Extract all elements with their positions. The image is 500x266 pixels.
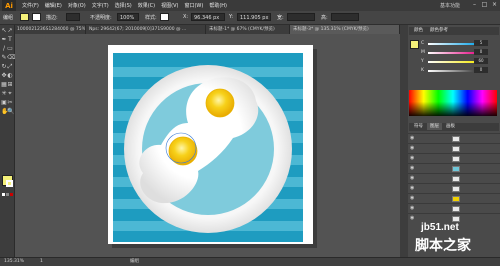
layer-row[interactable]: ◉ xyxy=(408,173,500,183)
watermark-name: 脚本之家 xyxy=(415,238,471,254)
tab-color-guide[interactable]: 颜色参考 xyxy=(427,27,451,34)
layer-row[interactable]: ◉ xyxy=(408,143,500,153)
layer-thumbnail xyxy=(452,206,460,212)
slider-magenta[interactable]: M 0 xyxy=(412,49,490,56)
watermark-site: jb51.net xyxy=(421,222,459,233)
zoom-tool-icon[interactable]: 🔍 xyxy=(7,109,14,115)
tab-symbols[interactable]: 符号 xyxy=(411,123,426,130)
direct-selection-tool-icon[interactable]: ↗ xyxy=(7,28,13,34)
y-field[interactable]: 111.905 px xyxy=(237,13,271,21)
shape-builder-tool-icon[interactable]: ◐ xyxy=(7,73,13,79)
x-label: X: xyxy=(183,14,189,20)
document-tabs: 1000021236S1284000 @ 75%... Nps: 29642(6… xyxy=(14,25,400,34)
stroke-weight-field[interactable] xyxy=(66,13,80,21)
menu-window[interactable]: 窗口(W) xyxy=(184,2,203,9)
x-field[interactable]: 96.346 px xyxy=(191,13,225,21)
selection-type-label: 编组 xyxy=(3,15,14,21)
fried-egg-illustration[interactable] xyxy=(113,53,303,242)
opacity-label: 不透明度: xyxy=(90,15,112,21)
width-field[interactable] xyxy=(287,13,315,21)
menu-edit[interactable]: 编辑(E) xyxy=(45,2,62,9)
gradient-tool-icon[interactable]: ⊞ xyxy=(7,82,13,88)
tab-document-2[interactable]: Nps: 29642(67; 2010009[0]371S9000 @ ... xyxy=(86,25,206,34)
height-label: 高: xyxy=(321,15,328,21)
fill-color-swatch[interactable] xyxy=(20,13,29,21)
slider-cyan[interactable]: C 5 xyxy=(412,40,490,47)
color-mode-button[interactable] xyxy=(2,193,5,196)
visibility-eye-icon[interactable]: ◉ xyxy=(410,216,416,221)
control-bar: 编组 描边: 不透明度: 100% 样式: X: 96.346 px Y: 11… xyxy=(0,11,500,25)
visibility-eye-icon[interactable]: ◉ xyxy=(410,156,416,161)
egg-yolk-upper xyxy=(205,88,235,118)
color-spectrum[interactable] xyxy=(409,90,497,116)
menu-effect[interactable]: 效果(C) xyxy=(138,2,155,9)
visibility-eye-icon[interactable]: ◉ xyxy=(410,196,416,201)
menu-help[interactable]: 帮助(H) xyxy=(209,2,227,9)
maximize-button[interactable]: □ xyxy=(480,1,489,9)
opacity-field[interactable]: 100% xyxy=(117,13,139,21)
app-logo: Ai xyxy=(2,0,16,11)
panel-dock xyxy=(400,25,408,257)
menu-bar: Ai 文件(F) 编辑(E) 对象(O) 文字(T) 选择(S) 效果(C) 视… xyxy=(0,0,500,11)
slider-yellow[interactable]: Y 60 xyxy=(412,58,490,65)
layer-thumbnail xyxy=(452,156,460,162)
tab-document-3[interactable]: 未标题-1* @ 67% (CMYK/预览) xyxy=(206,25,290,34)
eyedropper-tool-icon[interactable]: ⌖ xyxy=(7,91,13,97)
layer-thumbnail xyxy=(452,136,460,142)
gradient-mode-button[interactable] xyxy=(6,193,9,196)
layer-thumbnail xyxy=(452,186,460,192)
tab-artboards[interactable]: 画板 xyxy=(443,123,458,130)
layer-thumbnail xyxy=(452,166,460,172)
menu-object[interactable]: 对象(O) xyxy=(68,2,86,9)
color-panel-header: 颜色 颜色参考 xyxy=(409,27,499,35)
stroke-swatch-large[interactable] xyxy=(6,180,13,187)
tab-layers[interactable]: 图层 xyxy=(427,123,442,130)
close-button[interactable]: × xyxy=(490,1,499,9)
visibility-eye-icon[interactable]: ◉ xyxy=(410,176,416,181)
visibility-eye-icon[interactable]: ◉ xyxy=(410,186,416,191)
stroke-color-swatch[interactable] xyxy=(32,13,41,21)
menu-type[interactable]: 文字(T) xyxy=(92,2,109,9)
layer-row[interactable]: ◉ xyxy=(408,133,500,143)
minimize-button[interactable]: – xyxy=(470,1,479,9)
y-label: Y: xyxy=(229,14,234,20)
layer-thumbnail xyxy=(452,146,460,152)
layer-row[interactable]: ◉ xyxy=(408,163,500,173)
visibility-eye-icon[interactable]: ◉ xyxy=(410,166,416,171)
watermark: jb51.net 脚本之家 xyxy=(413,222,500,257)
menu-view[interactable]: 视图(V) xyxy=(161,2,178,9)
menu-select[interactable]: 选择(S) xyxy=(115,2,132,9)
workspace-switcher[interactable]: 基本功能 xyxy=(440,2,460,9)
eraser-tool-icon[interactable]: ⌫ xyxy=(7,55,15,61)
graphic-style-swatch[interactable] xyxy=(160,13,169,21)
scale-tool-icon[interactable]: ⤢ xyxy=(7,64,13,70)
menu-file[interactable]: 文件(F) xyxy=(22,2,39,9)
height-field[interactable] xyxy=(331,13,359,21)
layer-thumbnail xyxy=(452,176,460,182)
layer-row[interactable]: ◉ xyxy=(408,183,500,193)
visibility-eye-icon[interactable]: ◉ xyxy=(410,206,416,211)
width-label: 宽: xyxy=(277,15,284,21)
style-label: 样式: xyxy=(145,15,157,21)
tab-color[interactable]: 颜色 xyxy=(411,27,426,34)
layer-row[interactable]: ◉ xyxy=(408,193,500,203)
layer-thumbnail xyxy=(452,196,460,202)
visibility-eye-icon[interactable]: ◉ xyxy=(410,136,416,141)
layer-row[interactable]: ◉ xyxy=(408,153,500,163)
stroke-label: 描边: xyxy=(46,15,58,21)
slider-black[interactable]: K 0 xyxy=(412,67,490,74)
tools-panel: ↖ ↗ ✒ T / ▭ ✎ ⌫ ↻ ⤢ ✥ ◐ ▦ ⊞ ✳ ⌖ ▣ ✂ ✋ 🔍 xyxy=(0,25,15,257)
layer-row[interactable]: ◉ xyxy=(408,203,500,213)
type-tool-icon[interactable]: T xyxy=(7,37,13,43)
scissors-tool-icon[interactable]: ✂ xyxy=(7,100,13,106)
none-mode-button[interactable] xyxy=(10,193,13,196)
layers-panel-header: 符号 图层 画板 xyxy=(409,123,499,131)
tab-document-1[interactable]: 1000021236S1284000 @ 75%... xyxy=(14,25,86,34)
tab-document-active[interactable]: 未标题-3* @ 135.31% (CMYK/预览) xyxy=(290,25,400,34)
rectangle-tool-icon[interactable]: ▭ xyxy=(7,46,13,52)
visibility-eye-icon[interactable]: ◉ xyxy=(410,146,416,151)
